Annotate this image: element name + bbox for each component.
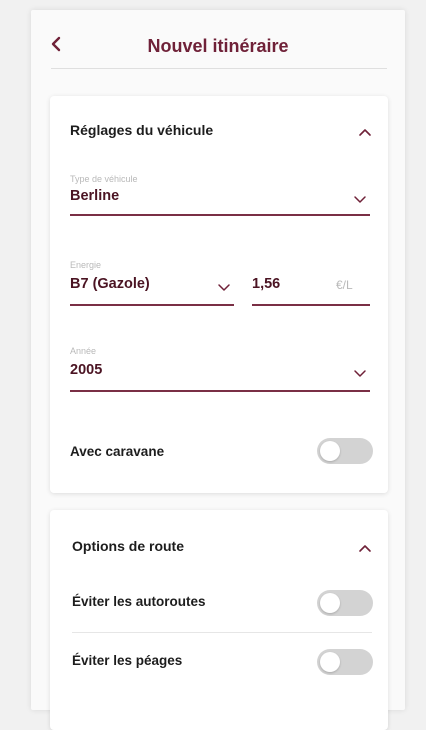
energy-select[interactable]: Energie B7 (Gazole) [70, 260, 234, 306]
fuel-price-unit: €/L [336, 278, 353, 292]
collapse-vehicle-button[interactable] [356, 124, 374, 142]
chevron-down-icon [354, 370, 366, 377]
toggle-knob [320, 441, 340, 461]
chevron-up-icon [359, 129, 371, 136]
chevron-down-icon [218, 284, 230, 291]
fuel-price-underline [252, 304, 370, 306]
app-screen: Nouvel itinéraire Réglages du véhicule T… [31, 10, 405, 730]
caravan-toggle[interactable] [317, 438, 373, 464]
toggle-knob [320, 652, 340, 672]
vehicle-type-select[interactable]: Type de véhicule Berline [70, 174, 370, 216]
caravan-label: Avec caravane [70, 444, 165, 459]
page-title: Nouvel itinéraire [147, 36, 289, 56]
avoid-highways-toggle[interactable] [317, 590, 373, 616]
vehicle-type-underline [70, 214, 370, 216]
vehicle-settings-title: Réglages du véhicule [70, 122, 214, 138]
row-divider [72, 632, 372, 633]
energy-underline [70, 304, 234, 306]
year-label: Année [70, 346, 97, 356]
chevron-down-icon [354, 196, 366, 203]
fuel-price-value: 1,56 [252, 276, 281, 292]
energy-label: Energie [70, 260, 102, 270]
vehicle-settings-card: Réglages du véhicule Type de véhicule Be… [50, 96, 388, 493]
header-divider [51, 68, 387, 69]
avoid-tolls-toggle[interactable] [317, 649, 373, 675]
avoid-highways-label: Éviter les autoroutes [72, 594, 206, 609]
route-options-title: Options de route [72, 538, 184, 554]
avoid-tolls-label: Éviter les péages [72, 653, 183, 668]
collapse-route-button[interactable] [356, 540, 374, 558]
year-select[interactable]: Année 2005 [70, 346, 370, 392]
toggle-knob [320, 593, 340, 613]
vehicle-type-value: Berline [70, 188, 120, 204]
year-underline [70, 390, 370, 392]
route-options-card: Options de route Éviter les autoroutes É… [50, 510, 388, 730]
year-value: 2005 [70, 362, 103, 378]
vehicle-type-label: Type de véhicule [70, 174, 138, 184]
chevron-up-icon [359, 545, 371, 552]
header: Nouvel itinéraire [31, 10, 405, 72]
energy-value: B7 (Gazole) [70, 276, 150, 292]
fuel-price-input[interactable]: 1,56 €/L [252, 276, 370, 306]
